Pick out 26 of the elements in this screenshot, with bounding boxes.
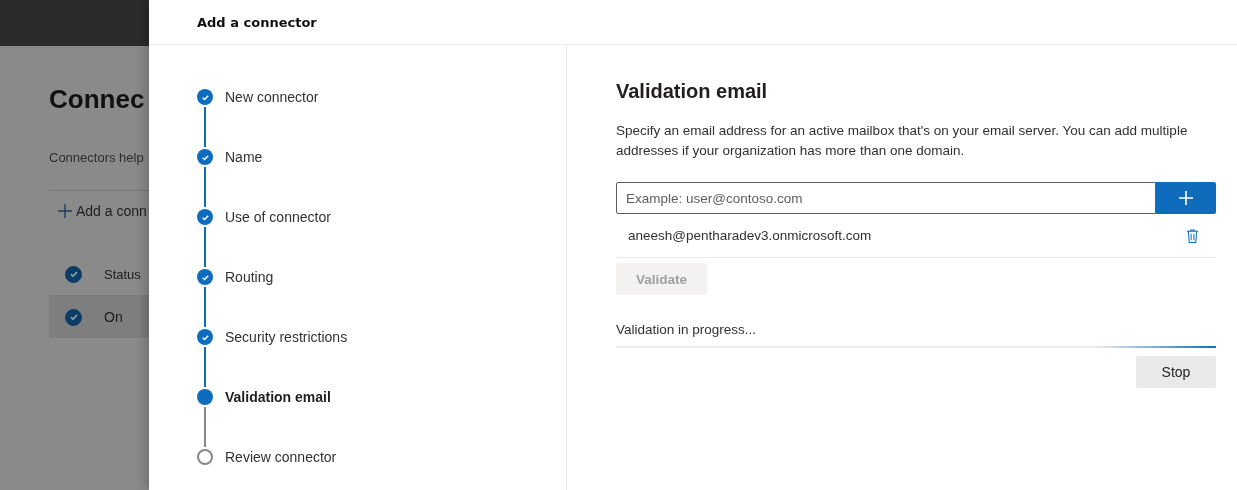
table-cell: On — [104, 309, 123, 325]
add-button[interactable] — [1156, 182, 1216, 214]
email-input-field[interactable]: Example: user@contoso.com — [616, 182, 1156, 214]
progress-label: Validation in progress... — [616, 322, 758, 337]
table-row[interactable]: On — [49, 296, 149, 338]
trash-icon[interactable] — [1186, 227, 1199, 244]
panel-title: Add a connector — [197, 14, 317, 30]
page-title: Connec — [49, 84, 146, 115]
step-label[interactable]: Name — [225, 149, 263, 209]
plus-icon — [1178, 190, 1194, 206]
column-header[interactable]: Status — [104, 266, 141, 282]
step-label[interactable]: Validation email — [225, 389, 331, 449]
step-label[interactable]: Use of connector — [225, 209, 331, 269]
stop-button[interactable]: Stop — [1136, 356, 1216, 388]
step-label[interactable]: Routing — [225, 269, 274, 329]
checkmark-icon[interactable] — [65, 308, 82, 326]
section-heading: Validation email — [616, 80, 769, 103]
add-connector-button[interactable]: Add a conn — [49, 203, 147, 219]
step-label[interactable]: Security restrictions — [225, 329, 348, 389]
page-description: Connectors help — [49, 150, 145, 165]
checkmark-icon[interactable] — [65, 265, 82, 283]
email-address: aneesh@pentharadev3.onmicrosoft.com — [628, 228, 872, 243]
step-label[interactable]: New connector — [225, 89, 319, 149]
plus-icon — [57, 203, 73, 219]
step-label[interactable]: Review connector — [225, 449, 337, 490]
description-text: Specify an email address for an active mailbox that's on your email server. You can add multiple addresses if your organization has more than one domain. — [616, 122, 1189, 160]
